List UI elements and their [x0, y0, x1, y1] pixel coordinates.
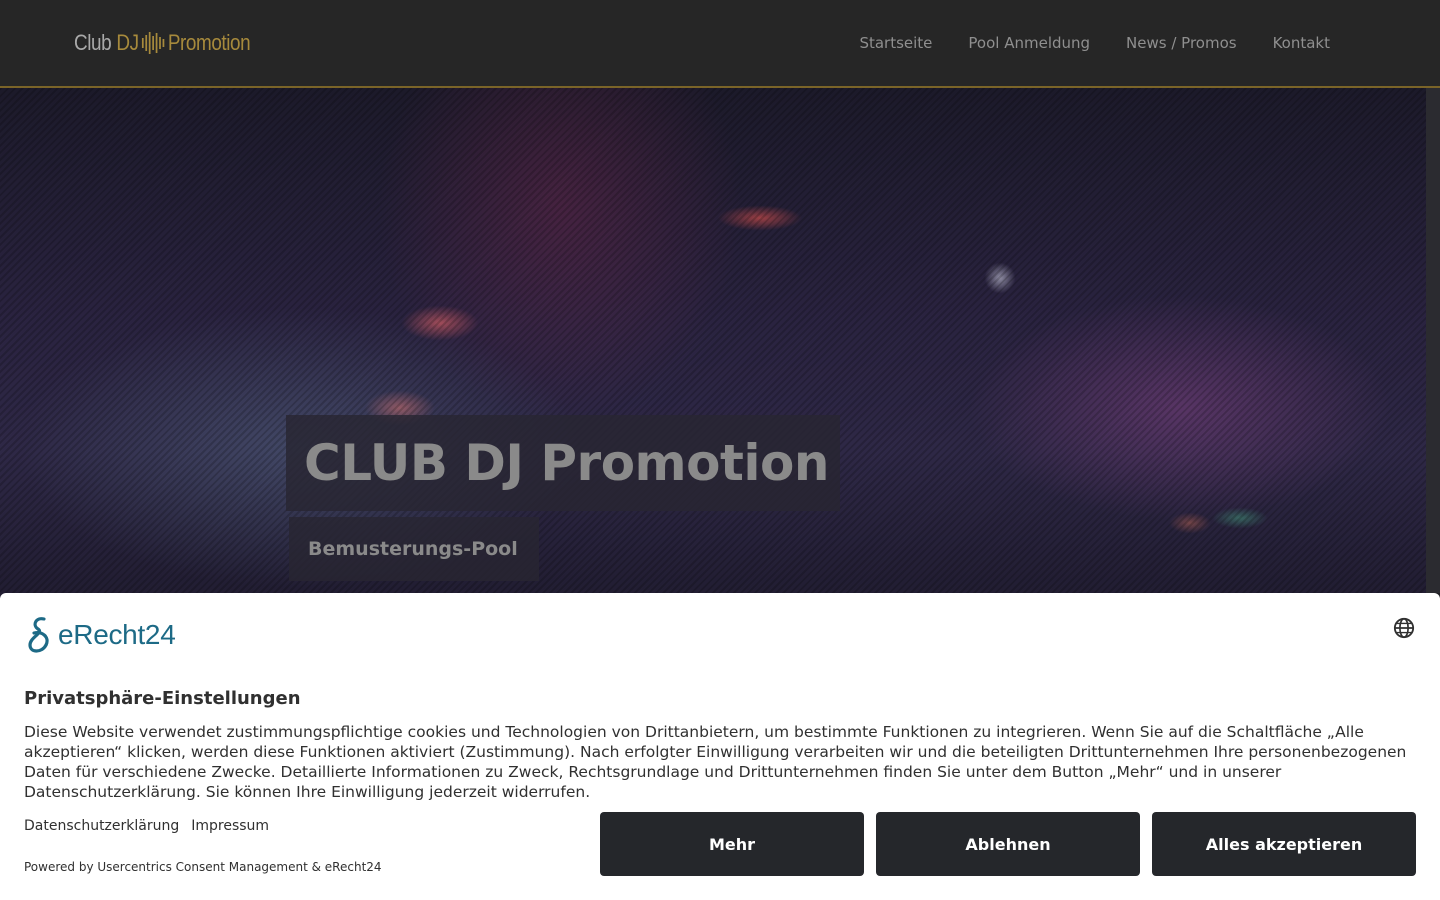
- powered-by-text: Powered by Usercentrics Consent Manageme…: [24, 860, 382, 874]
- globe-icon[interactable]: [1393, 617, 1415, 639]
- consent-description: Diese Website verwendet zustimmungspflic…: [24, 723, 1407, 801]
- cookie-consent-banner: eRecht24 Privatsphäre-Einstellungen Dies…: [0, 593, 1440, 900]
- nav-item-startseite[interactable]: Startseite: [859, 34, 932, 52]
- scrollbar-track[interactable]: [1426, 88, 1440, 593]
- nav-item-kontakt[interactable]: Kontakt: [1273, 34, 1330, 52]
- decline-button[interactable]: Ablehnen: [876, 812, 1140, 876]
- consent-title: Privatsphäre-Einstellungen: [24, 688, 301, 709]
- hero-subtitle-box: Bemusterungs-Pool: [289, 517, 539, 581]
- equalizer-icon: [142, 31, 165, 55]
- logo-word-dj: DJ: [116, 30, 139, 55]
- logo-word-promotion: Promotion: [167, 30, 251, 55]
- erecht24-brand-text: eRecht24: [58, 619, 176, 650]
- site-logo[interactable]: Club DJ Promotion: [74, 29, 251, 57]
- logo-word-club: Club: [74, 30, 112, 55]
- hero-background-image: [0, 88, 1426, 608]
- accept-all-button[interactable]: Alles akzeptieren: [1152, 812, 1416, 876]
- erecht24-mark-icon: [28, 617, 49, 653]
- consent-links: Datenschutzerklärung Impressum: [24, 818, 269, 834]
- site-header: Club DJ Promotion Startseite Pool Anmeld…: [0, 0, 1440, 88]
- nav-item-pool-anmeldung[interactable]: Pool Anmeldung: [968, 34, 1090, 52]
- imprint-link[interactable]: Impressum: [191, 818, 269, 834]
- privacy-policy-link[interactable]: Datenschutzerklärung: [24, 818, 179, 834]
- more-button[interactable]: Mehr: [600, 812, 864, 876]
- nav-item-news-promos[interactable]: News / Promos: [1126, 34, 1237, 52]
- hero-title-box: CLUB DJ Promotion: [286, 415, 840, 511]
- hero-title: CLUB DJ Promotion: [304, 434, 830, 492]
- main-nav: Startseite Pool Anmeldung News / Promos …: [859, 0, 1330, 86]
- erecht24-logo: eRecht24: [24, 615, 176, 655]
- hero-subtitle: Bemusterungs-Pool: [308, 538, 518, 560]
